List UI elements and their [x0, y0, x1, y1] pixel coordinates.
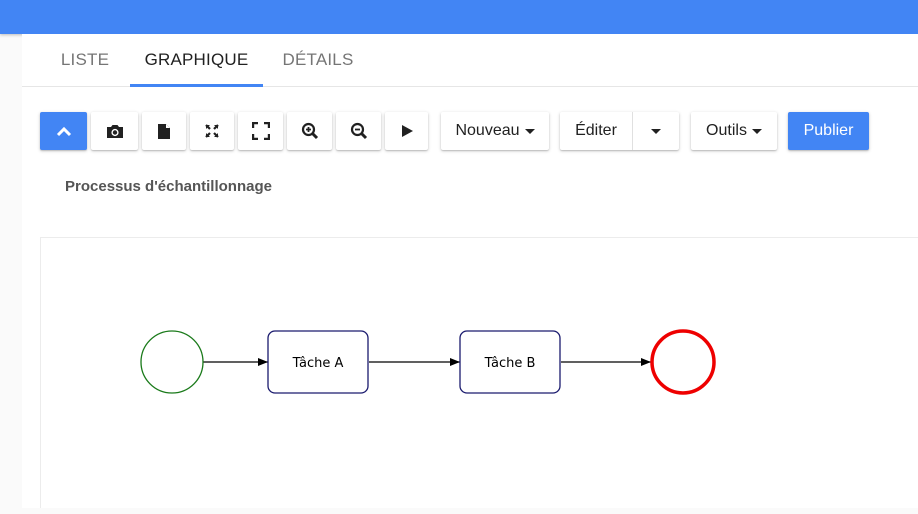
collapse-button[interactable] — [40, 112, 87, 150]
run-button[interactable] — [385, 112, 428, 150]
diagram-canvas[interactable]: Tâche A Tâche B — [40, 237, 918, 508]
outils-dropdown[interactable]: Outils — [691, 112, 777, 150]
fit-to-screen-button[interactable] — [190, 112, 234, 150]
zoom-in-button[interactable] — [287, 112, 332, 150]
caret-down-icon — [751, 128, 762, 134]
document-icon — [158, 123, 170, 139]
process-title: Processus d'échantillonnage — [65, 178, 272, 195]
screenshot-button[interactable] — [91, 112, 138, 150]
end-event[interactable] — [650, 329, 716, 395]
tab-bar: LISTE GRAPHIQUE DÉTAILS — [22, 34, 918, 87]
editer-split-button: Éditer — [560, 112, 679, 150]
caret-down-icon — [524, 128, 535, 134]
caret-down-icon — [651, 128, 661, 134]
tab-liste[interactable]: LISTE — [40, 34, 130, 87]
camera-icon — [106, 125, 123, 138]
export-document-button[interactable] — [142, 112, 186, 150]
process-diagram: Tâche A Tâche B — [140, 329, 716, 395]
publier-label: Publier — [803, 122, 854, 139]
top-app-bar — [0, 0, 918, 34]
zoom-out-icon — [350, 122, 367, 140]
zoom-out-button[interactable] — [336, 112, 381, 150]
fit-icon — [205, 124, 219, 138]
fullscreen-icon — [251, 122, 270, 140]
task-b-label: Tâche B — [484, 356, 536, 371]
editer-dropdown-toggle[interactable] — [633, 112, 679, 150]
tab-details[interactable]: DÉTAILS — [263, 34, 373, 87]
play-icon — [401, 125, 413, 137]
active-tab-indicator — [130, 84, 263, 87]
editer-button[interactable]: Éditer — [560, 112, 632, 150]
zoom-in-icon — [301, 122, 318, 140]
tab-graphique[interactable]: GRAPHIQUE — [130, 34, 263, 87]
chevron-up-icon — [56, 126, 71, 137]
outils-label: Outils — [706, 122, 747, 139]
publier-button[interactable]: Publier — [788, 112, 869, 150]
fullscreen-button[interactable] — [238, 112, 283, 150]
nouveau-dropdown[interactable]: Nouveau — [441, 112, 549, 150]
start-event[interactable] — [140, 330, 204, 394]
task-a-label: Tâche A — [292, 356, 344, 371]
editer-label: Éditer — [575, 122, 617, 139]
nouveau-label: Nouveau — [455, 122, 520, 139]
